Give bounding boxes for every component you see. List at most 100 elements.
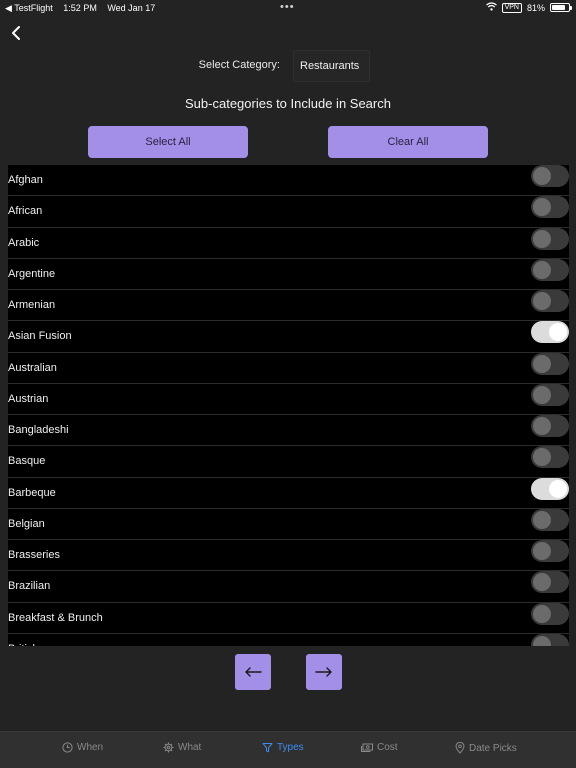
subcategory-list[interactable]: Afghan African Arabic Argentine Armenian Asia… xyxy=(8,165,569,646)
toggle-knob xyxy=(533,229,551,248)
tab-cost-label: Cost xyxy=(377,742,398,753)
tab-types-label: Types xyxy=(277,742,304,753)
list-item-label: African xyxy=(8,205,43,218)
toggle-switch[interactable] xyxy=(531,258,569,281)
list-item: Asian Fusion xyxy=(8,321,569,353)
toggle-switch[interactable] xyxy=(531,196,569,219)
clock-icon xyxy=(62,742,73,753)
list-item: Barbeque xyxy=(8,477,569,509)
toggle-knob xyxy=(533,385,551,404)
tab-what-label: What xyxy=(178,742,202,753)
toggle-switch[interactable] xyxy=(531,602,569,625)
toggle-knob xyxy=(533,604,551,623)
toggle-switch[interactable] xyxy=(531,165,569,187)
tab-bar: When What Types Cost Date Picks xyxy=(0,731,576,768)
list-item-label: Arabic xyxy=(8,236,40,249)
tab-date-picks[interactable]: Date Picks xyxy=(455,742,517,754)
toggle-knob xyxy=(533,198,551,217)
money-icon xyxy=(361,743,373,752)
list-item-label: Armenian xyxy=(8,299,56,312)
list-item-label: Bangladeshi xyxy=(8,424,69,437)
status-time: 1:52 PM xyxy=(63,3,97,13)
list-item-label: Australian xyxy=(8,361,57,374)
multitask-dots[interactable]: ••• xyxy=(280,1,295,13)
toggle-switch[interactable] xyxy=(531,352,569,375)
toggle-switch[interactable] xyxy=(531,540,569,562)
list-item: Brazilian xyxy=(8,571,569,603)
wifi-icon xyxy=(485,2,497,13)
toggle-knob xyxy=(533,260,551,279)
section-title: Sub-categories to Include in Search xyxy=(185,96,391,111)
tab-cost[interactable]: Cost xyxy=(361,742,398,753)
list-item: Bangladeshi xyxy=(8,415,569,447)
toggle-knob xyxy=(533,292,551,310)
list-item-label: Barbeque xyxy=(8,486,56,499)
toggle-knob xyxy=(533,635,551,646)
gear-icon xyxy=(163,742,174,753)
filter-icon xyxy=(262,743,273,753)
next-button[interactable] xyxy=(306,654,342,690)
status-right: VPN 81% xyxy=(485,2,572,13)
tab-when-label: When xyxy=(77,742,104,753)
list-item-label: Belgian xyxy=(8,517,45,530)
toggle-switch[interactable] xyxy=(531,415,569,437)
list-item-label: Asian Fusion xyxy=(8,330,72,343)
status-bar: ◀ TestFlight 1:52 PM Wed Jan 17 ••• VPN … xyxy=(0,0,576,16)
back-button[interactable] xyxy=(6,22,26,44)
toggle-knob xyxy=(533,542,551,560)
toggle-switch[interactable] xyxy=(531,290,569,312)
pin-icon xyxy=(455,742,465,754)
list-item-label: British xyxy=(8,643,39,646)
toggle-switch[interactable] xyxy=(531,321,569,344)
arrow-right-icon xyxy=(315,667,332,677)
list-item-label: Argentine xyxy=(8,267,56,280)
toggle-knob xyxy=(533,448,551,467)
list-item: African xyxy=(8,196,569,228)
toggle-knob xyxy=(533,354,551,373)
list-item: Breakfast & Brunch xyxy=(8,602,569,634)
clear-all-button[interactable]: Clear All xyxy=(328,126,488,158)
category-select[interactable]: Restaurants xyxy=(293,50,370,82)
status-left: ◀ TestFlight 1:52 PM Wed Jan 17 xyxy=(5,3,163,14)
list-item: Arabic xyxy=(8,227,569,259)
battery-fill xyxy=(552,5,565,10)
battery-percent: 81% xyxy=(526,2,545,13)
tab-what[interactable]: What xyxy=(163,742,201,753)
toggle-knob xyxy=(549,323,567,342)
toggle-knob xyxy=(533,417,551,435)
list-item-label: Breakfast & Brunch xyxy=(8,611,103,624)
status-date: Wed Jan 17 xyxy=(107,3,156,13)
toggle-knob xyxy=(549,479,567,498)
list-item-label: Austrian xyxy=(8,392,49,405)
toggle-switch[interactable] xyxy=(531,446,569,469)
list-item-label: Afghan xyxy=(8,174,43,187)
toggle-switch[interactable] xyxy=(531,571,569,594)
list-item-label: Brasseries xyxy=(8,549,60,562)
list-item: Austrian xyxy=(8,383,569,415)
vpn-badge: VPN xyxy=(501,2,522,13)
screen: ◀ TestFlight 1:52 PM Wed Jan 17 ••• VPN … xyxy=(0,0,576,768)
toggle-switch[interactable] xyxy=(531,508,569,531)
tab-when[interactable]: When xyxy=(62,742,103,753)
list-item: Australian xyxy=(8,352,569,384)
category-label: Select Category: xyxy=(198,59,280,71)
tab-date-picks-label: Date Picks xyxy=(469,742,517,754)
toggle-knob xyxy=(533,510,551,529)
arrow-left-icon xyxy=(245,667,262,677)
tab-types[interactable]: Types xyxy=(262,742,304,753)
toggle-switch[interactable] xyxy=(531,227,569,250)
list-item: Basque xyxy=(8,446,569,478)
category-row: Select Category: Restaurants xyxy=(0,50,576,82)
toggle-knob xyxy=(533,573,551,592)
prev-button[interactable] xyxy=(235,654,271,690)
list-item: Argentine xyxy=(8,258,569,290)
list-item: Armenian xyxy=(8,290,569,322)
battery-icon xyxy=(550,3,572,12)
toggle-switch[interactable] xyxy=(531,633,569,646)
toggle-switch[interactable] xyxy=(531,477,569,500)
toggle-switch[interactable] xyxy=(531,383,569,406)
list-item-label: Brazilian xyxy=(8,580,51,593)
toggle-knob xyxy=(533,167,551,185)
status-app[interactable]: ◀ TestFlight xyxy=(5,3,53,13)
select-all-button[interactable]: Select All xyxy=(88,126,248,158)
